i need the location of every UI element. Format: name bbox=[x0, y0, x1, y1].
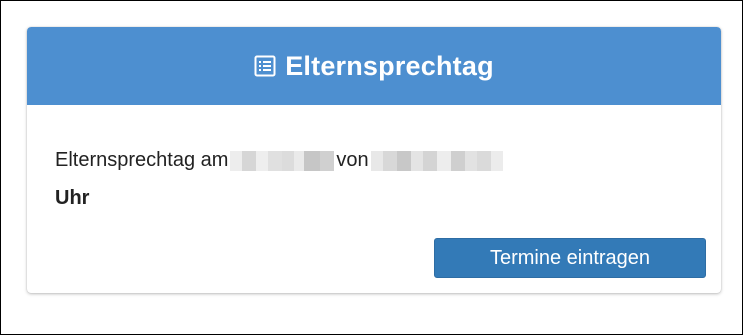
redacted-date bbox=[230, 150, 335, 171]
panel-title-group: Elternsprechtag bbox=[254, 51, 494, 82]
event-text-suffix: Uhr bbox=[55, 187, 90, 209]
redacted-time bbox=[370, 150, 503, 171]
panel-body: Elternsprechtag am von Uhr Termine eintr… bbox=[27, 105, 721, 293]
elternsprechtag-panel: Elternsprechtag Elternsprechtag am von U… bbox=[27, 27, 721, 293]
panel-title: Elternsprechtag bbox=[285, 50, 494, 81]
event-text-middle: von bbox=[336, 149, 369, 171]
event-description: Elternsprechtag am von bbox=[55, 149, 505, 172]
termine-eintragen-button[interactable]: Termine eintragen bbox=[434, 238, 706, 278]
event-text-prefix: Elternsprechtag am bbox=[55, 149, 229, 171]
panel-header: Elternsprechtag bbox=[27, 27, 721, 105]
list-alt-icon bbox=[254, 55, 276, 77]
